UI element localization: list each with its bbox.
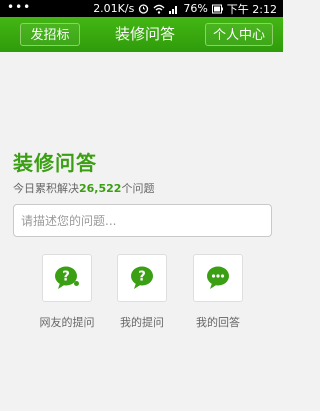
- others-questions-label: 网友的提问: [39, 316, 95, 329]
- post-tender-button[interactable]: 发招标: [20, 23, 80, 46]
- clock: 下午 2:12: [226, 2, 277, 16]
- header-title: 装修问答: [114, 25, 175, 43]
- my-answers-tile[interactable]: [193, 254, 243, 302]
- ellipsis-bubble-icon: [207, 266, 229, 289]
- wifi-icon: [153, 4, 165, 14]
- signal-icon: [169, 5, 178, 14]
- stats-prefix: 今日累积解决: [13, 182, 79, 195]
- others-questions-tile[interactable]: ?: [42, 254, 92, 302]
- stats-suffix: 个问题: [121, 182, 155, 195]
- network-speed: 2.01K/s: [93, 2, 135, 15]
- stats-line: 今日累积解决26,522个问题: [13, 180, 154, 196]
- question-bubble-icon: ?: [55, 266, 79, 289]
- question-bubble-icon: ?: [131, 266, 153, 289]
- svg-text:?: ?: [138, 270, 146, 285]
- app-header: 发招标 装修问答 个人中心: [0, 17, 283, 52]
- my-answers-label: 我的回答: [196, 316, 240, 329]
- my-questions-button[interactable]: ? 我的提问: [112, 254, 172, 330]
- battery-percent: 76%: [183, 2, 208, 15]
- my-questions-tile[interactable]: ?: [117, 254, 167, 302]
- my-answers-button[interactable]: 我的回答: [188, 254, 248, 330]
- personal-center-button[interactable]: 个人中心: [205, 23, 273, 46]
- svg-text:?: ?: [62, 270, 70, 285]
- status-bar: ••• 2.01K/s 76% 下午 2:12: [0, 0, 283, 17]
- others-questions-button[interactable]: ? 网友的提问: [37, 254, 97, 330]
- my-questions-label: 我的提问: [120, 316, 164, 329]
- question-input[interactable]: [13, 204, 272, 237]
- alarm-icon: [139, 4, 149, 14]
- battery-icon: [211, 4, 223, 13]
- solved-count: 26,522: [79, 182, 122, 195]
- notification-dots: •••: [7, 0, 32, 14]
- page-title: 装修问答: [13, 151, 97, 175]
